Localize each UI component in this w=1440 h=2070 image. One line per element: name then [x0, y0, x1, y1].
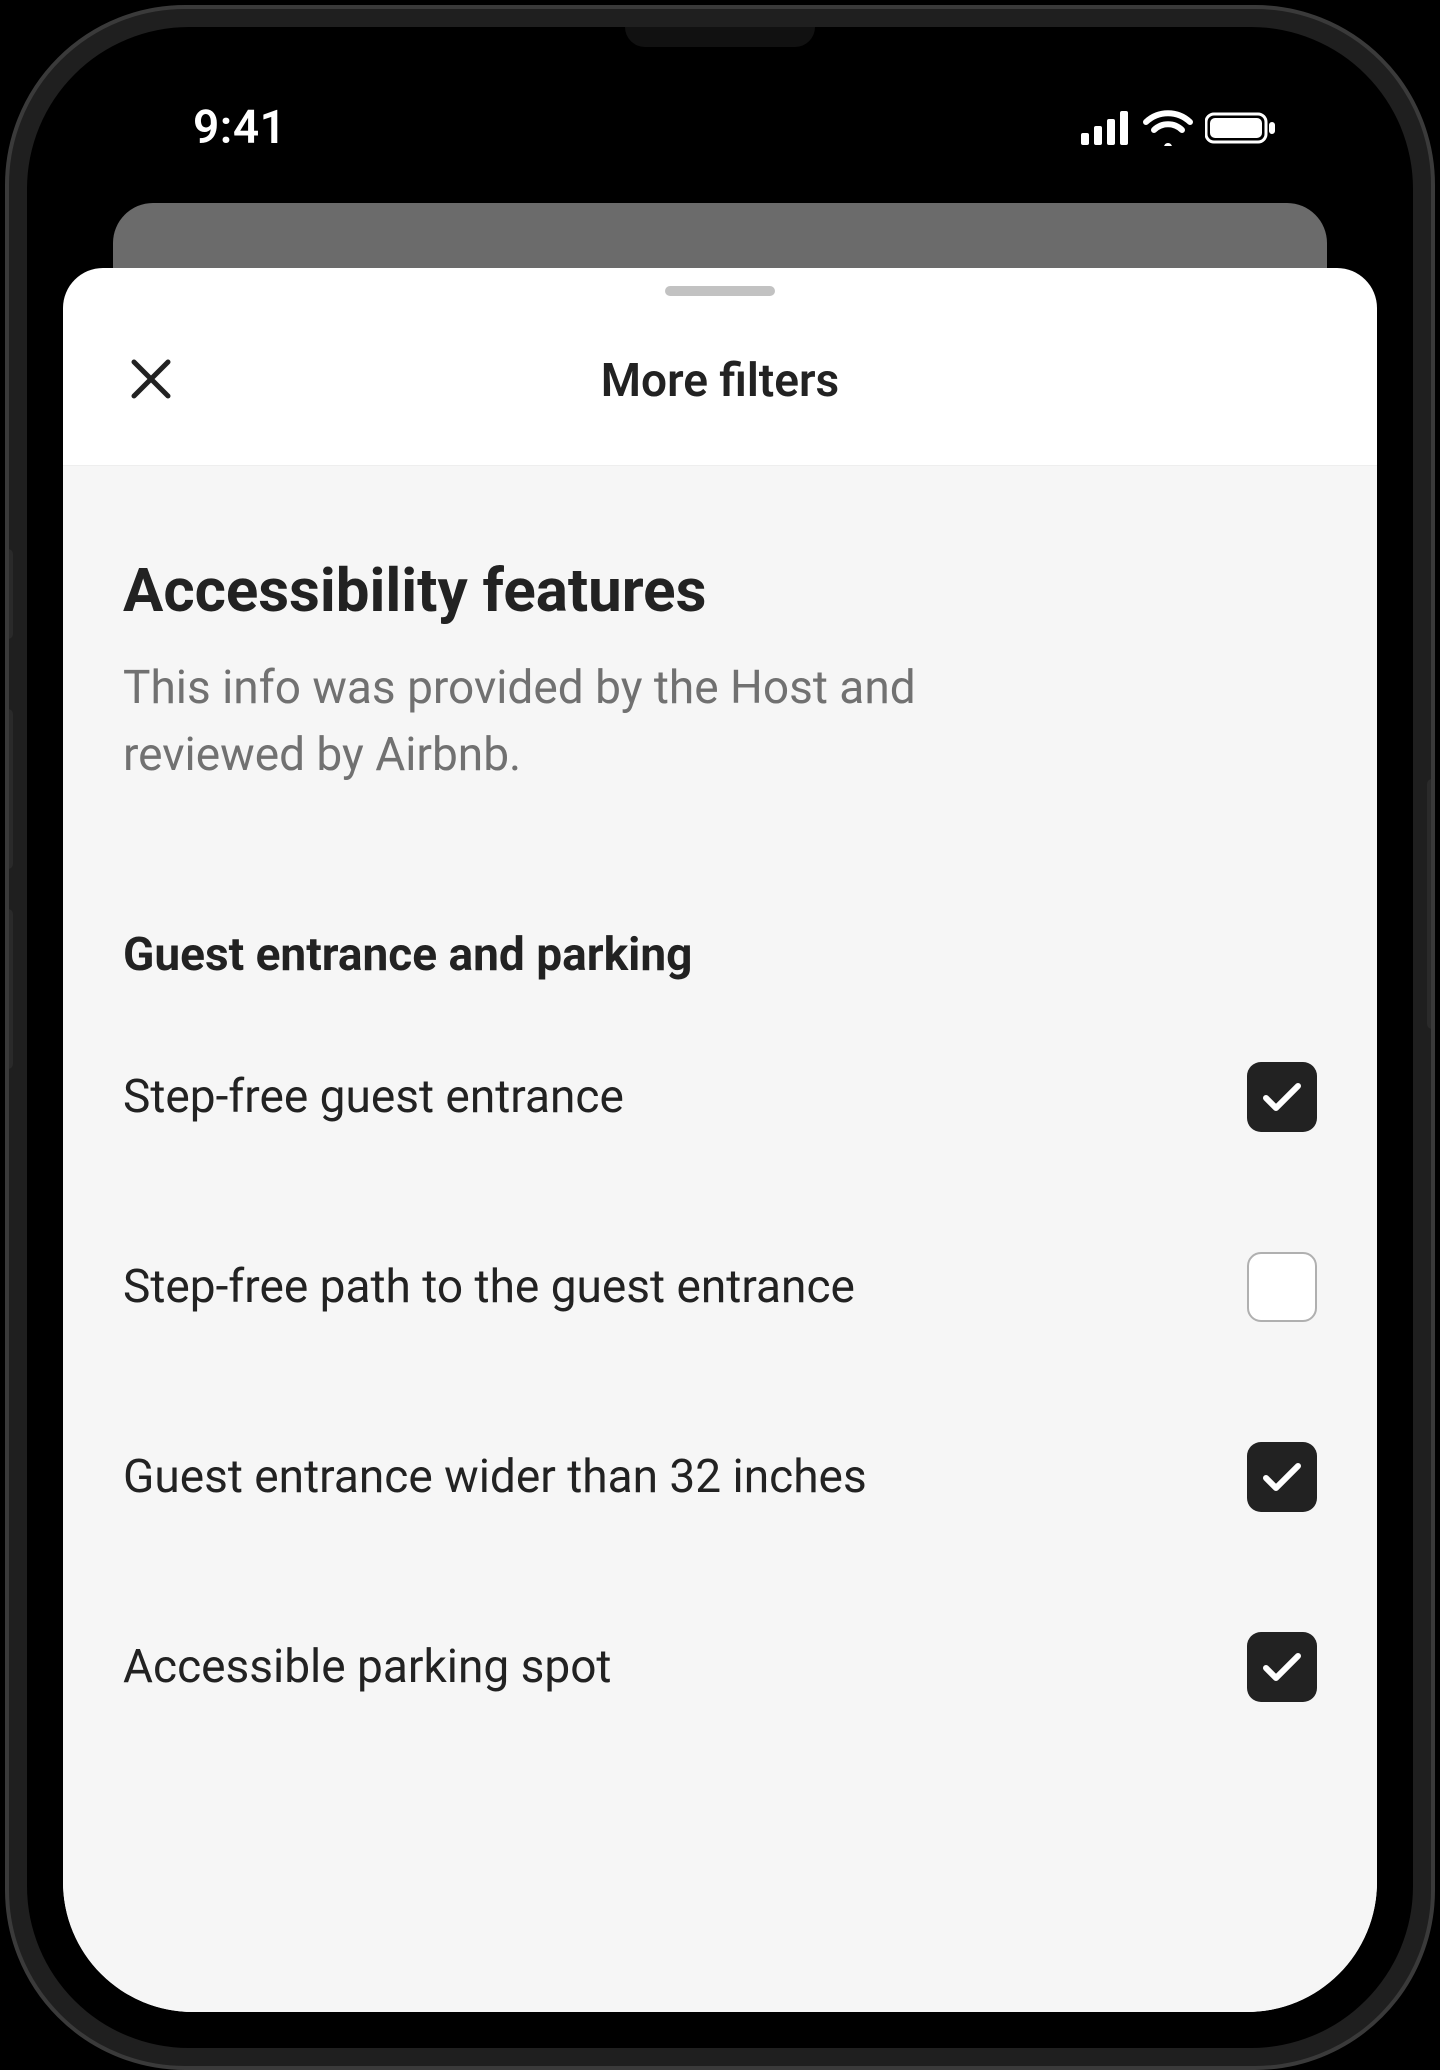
sheet-grabber[interactable] — [665, 286, 775, 296]
phone-screen: 9:41 — [63, 63, 1377, 2012]
option-label: Guest entrance wider than 32 inches — [123, 1445, 867, 1509]
phone-bezel: 9:41 — [27, 27, 1413, 2048]
sheet-body[interactable]: Accessibility features This info was pro… — [63, 466, 1377, 2012]
battery-icon — [1205, 111, 1277, 145]
silence-switch — [5, 549, 13, 639]
status-icons — [1081, 110, 1277, 146]
volume-up-button — [5, 709, 13, 869]
section-heading: Accessibility features — [123, 556, 1317, 625]
wifi-icon — [1143, 110, 1193, 146]
option-row-accessible-parking[interactable]: Accessible parking spot — [123, 1572, 1317, 1762]
option-row-step-free-entrance[interactable]: Step-free guest entrance — [123, 1002, 1317, 1192]
option-label: Accessible parking spot — [123, 1635, 611, 1699]
checkbox-wider-than-32[interactable] — [1247, 1442, 1317, 1512]
status-time: 9:41 — [193, 101, 286, 155]
group-heading: Guest entrance and parking — [123, 928, 1317, 982]
cellular-icon — [1081, 111, 1131, 145]
sheet-title: More filters — [601, 354, 839, 408]
checkbox-step-free-path[interactable] — [1247, 1252, 1317, 1322]
filters-sheet: More filters Accessibility features This… — [63, 268, 1377, 2012]
option-label: Step-free guest entrance — [123, 1065, 624, 1129]
checkbox-step-free-entrance[interactable] — [1247, 1062, 1317, 1132]
option-label: Step-free path to the guest entrance — [123, 1255, 855, 1319]
phone-frame: 9:41 — [5, 5, 1435, 2070]
status-bar: 9:41 — [63, 63, 1377, 193]
section-subtext: This info was provided by the Host and r… — [123, 655, 1023, 788]
speaker-slot — [625, 27, 815, 47]
option-row-step-free-path[interactable]: Step-free path to the guest entrance — [123, 1192, 1317, 1382]
sheet-header: More filters — [63, 296, 1377, 466]
close-button[interactable] — [123, 353, 179, 409]
power-button — [1427, 779, 1435, 1029]
volume-down-button — [5, 909, 13, 1069]
checkbox-accessible-parking[interactable] — [1247, 1632, 1317, 1702]
option-row-wider-than-32[interactable]: Guest entrance wider than 32 inches — [123, 1382, 1317, 1572]
close-icon — [130, 358, 172, 404]
